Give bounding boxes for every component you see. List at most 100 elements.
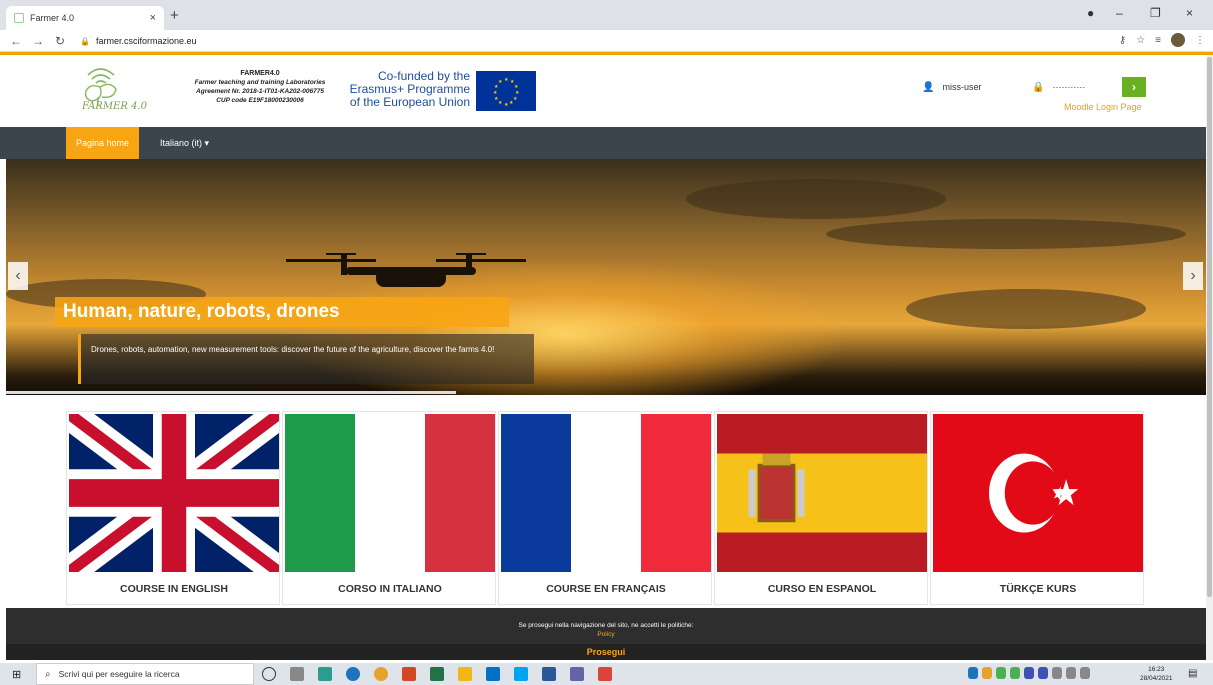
carousel-prev-button[interactable]: ‹	[8, 262, 28, 290]
reload-icon[interactable]: ↻	[54, 34, 66, 48]
clock-time: 16:23	[1148, 666, 1165, 673]
svg-text:★: ★	[504, 77, 509, 83]
hero-cloud	[826, 219, 1186, 249]
italy-flag-icon	[285, 414, 495, 572]
main-navbar: Pagina home Italiano (it) ▾	[0, 127, 1206, 159]
browser-tab-strip: Farmer 4.0 × + ● – ❐ ×	[0, 0, 1213, 30]
app-icon[interactable]	[318, 667, 332, 681]
toolbar-actions: ⚷ ☆ ≡ ⋮	[1119, 33, 1205, 47]
task-view-icon[interactable]	[290, 667, 304, 681]
tray-icon[interactable]	[996, 667, 1006, 679]
lock-icon: 🔒	[80, 36, 90, 46]
menu-icon[interactable]: ⋮	[1195, 35, 1205, 46]
carousel-next-button[interactable]: ›	[1183, 262, 1203, 290]
username-field[interactable]: 👤 miss-user	[916, 77, 1016, 97]
language-dropdown[interactable]: Italiano (it) ▾	[160, 127, 209, 159]
svg-text:★: ★	[498, 79, 503, 85]
close-window-button[interactable]: ×	[1186, 6, 1193, 20]
project-line: Farmer teaching and training Laboratorie…	[194, 79, 326, 86]
accept-cookie-button[interactable]: Prosegui	[6, 644, 1206, 660]
drone-image	[286, 253, 526, 287]
network-icon[interactable]	[1066, 667, 1076, 679]
course-card-english[interactable]: COURSE IN ENGLISH	[66, 411, 280, 605]
chrome-active-icon[interactable]	[598, 667, 612, 681]
hero-caption: Drones, robots, automation, new measurem…	[78, 334, 534, 384]
notification-icon[interactable]: ▤	[1188, 668, 1197, 679]
tray-icon[interactable]	[1052, 667, 1062, 679]
france-flag-icon	[501, 414, 711, 572]
moodle-login-link[interactable]: Moodle Login Page	[1064, 102, 1142, 112]
skype-icon[interactable]	[514, 667, 528, 681]
taskbar-search[interactable]: ⌕ Scrivi qui per eseguire la ricerca	[36, 663, 254, 685]
nav-home-link[interactable]: Pagina home	[66, 127, 140, 159]
chrome-icon[interactable]	[374, 667, 388, 681]
eu-flag-icon: ★ ★★ ★★★ ★★★ ★★★	[476, 71, 536, 111]
teams-icon[interactable]	[570, 667, 584, 681]
tray-icon[interactable]	[1010, 667, 1020, 679]
cookie-text: Se prosegui nella navigazione del sito, …	[518, 622, 694, 629]
turkey-flag-icon: ★	[933, 414, 1143, 572]
eu-cofunding-text: Co-funded by the Erasmus+ Programme of t…	[348, 70, 470, 109]
course-card-turkish[interactable]: ★ TÜRKÇE KURS	[930, 411, 1144, 605]
course-cards: COURSE IN ENGLISH CORSO IN ITALIANO COUR…	[66, 411, 1146, 605]
url-text: farmer.csciformazione.eu	[95, 36, 197, 46]
policy-link[interactable]: Policy	[6, 631, 1206, 638]
profile-avatar[interactable]	[1171, 33, 1185, 47]
svg-text:★: ★	[504, 102, 509, 108]
outlook-icon[interactable]	[486, 667, 500, 681]
tab-close-icon[interactable]: ×	[150, 12, 156, 24]
tray-icon[interactable]	[1038, 667, 1048, 679]
star-icon[interactable]: ☆	[1136, 35, 1145, 46]
browser-tab[interactable]: Farmer 4.0 ×	[6, 6, 164, 30]
powerpoint-icon[interactable]	[402, 667, 416, 681]
key-icon[interactable]: ⚷	[1119, 35, 1126, 46]
tray-icon[interactable]	[968, 667, 978, 679]
project-info: FARMER4.0 Farmer teaching and training L…	[180, 69, 340, 105]
restore-button[interactable]: ❐	[1150, 6, 1161, 20]
course-label: TÜRKÇE KURS	[999, 583, 1077, 595]
word-icon[interactable]	[542, 667, 556, 681]
username-value: miss-user	[942, 82, 982, 92]
svg-text:★: ★	[493, 90, 498, 96]
project-line: Agreement Nr. 2018-1-IT01-KA202-006775	[196, 88, 324, 95]
browser-toolbar: ← → ↻ 🔒 farmer.csciformazione.eu ⚷ ☆ ≡ ⋮	[0, 30, 1213, 52]
record-icon[interactable]: ●	[1087, 6, 1094, 20]
course-label: CORSO IN ITALIANO	[338, 583, 442, 595]
playlist-icon[interactable]: ≡	[1155, 35, 1161, 46]
scrollbar-thumb[interactable]	[1207, 57, 1212, 597]
taskbar-clock[interactable]: 16:23 28/04/2021	[1140, 665, 1173, 683]
tab-title: Farmer 4.0	[30, 13, 75, 23]
excel-icon[interactable]	[430, 667, 444, 681]
tray-icon[interactable]	[982, 667, 992, 679]
svg-text:★: ★	[494, 96, 499, 102]
course-label: COURSE IN ENGLISH	[120, 583, 228, 595]
uk-flag-icon	[69, 414, 279, 572]
file-explorer-icon[interactable]	[458, 667, 472, 681]
address-bar[interactable]: 🔒 farmer.csciformazione.eu	[80, 32, 1100, 50]
back-icon[interactable]: ←	[10, 34, 22, 48]
windows-start-icon[interactable]: ⊞	[12, 668, 21, 681]
edge-icon[interactable]	[346, 667, 360, 681]
clock-date: 28/04/2021	[1140, 675, 1173, 682]
eu-line: of the European Union	[349, 95, 470, 109]
cortana-icon[interactable]	[262, 667, 276, 681]
course-card-spanish[interactable]: CURSO EN ESPANOL	[714, 411, 928, 605]
login-button[interactable]: ›	[1122, 77, 1146, 97]
volume-icon[interactable]	[1080, 667, 1090, 679]
course-card-french[interactable]: COURSE EN FRANÇAIS	[498, 411, 712, 605]
course-card-italian[interactable]: CORSO IN ITALIANO	[282, 411, 496, 605]
hero-cloud	[906, 289, 1146, 329]
password-field[interactable]: 🔒 ···········	[1026, 77, 1126, 97]
tray-icon[interactable]	[1024, 667, 1034, 679]
site-favicon-icon	[14, 13, 24, 23]
farmer-logo-icon[interactable]	[70, 61, 150, 121]
spain-flag-icon	[717, 414, 927, 572]
minimize-button[interactable]: –	[1116, 6, 1123, 20]
new-tab-button[interactable]: +	[170, 7, 179, 24]
svg-text:★: ★	[1052, 472, 1080, 513]
forward-icon[interactable]: →	[32, 34, 44, 48]
svg-text:★: ★	[498, 100, 503, 106]
carousel-progress-bar	[6, 391, 456, 394]
logo-text: FARMER 4.0	[82, 101, 147, 112]
course-label: COURSE EN FRANÇAIS	[546, 583, 666, 595]
